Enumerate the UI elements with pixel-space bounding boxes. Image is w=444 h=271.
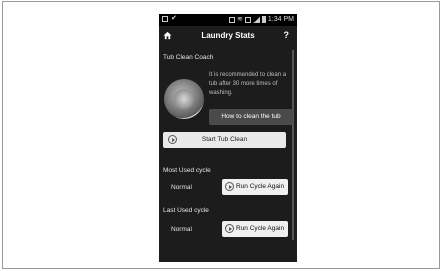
run-most-used-label: Run Cycle Again (236, 183, 285, 190)
status-right-icons: ≋ 1:34 PM (229, 15, 294, 24)
last-used-cycle: Normal (171, 226, 192, 233)
sim-icon (244, 16, 251, 23)
battery-icon (261, 16, 266, 23)
most-used-cycle: Normal (171, 184, 192, 191)
run-most-used-button[interactable]: Run Cycle Again (222, 179, 288, 195)
tub-clean-tip: It is recommended to clean a tub after 3… (209, 72, 287, 96)
wifi-icon: ≋ (237, 15, 243, 23)
status-left-icons: ✔ (162, 15, 177, 23)
most-used-heading: Most Used cycle (163, 167, 211, 174)
washer-drum-image (164, 79, 204, 119)
page-title: Laundry Stats (201, 31, 255, 40)
title-bar: Laundry Stats ? (159, 26, 297, 46)
start-tub-clean-label: Start Tub Clean (201, 136, 248, 143)
run-last-used-button[interactable]: Run Cycle Again (222, 221, 288, 237)
check-icon: ✔ (171, 15, 177, 22)
nfc-icon (229, 16, 236, 23)
how-to-clean-button[interactable]: How to clean the tub (209, 109, 293, 125)
help-button[interactable]: ? (284, 30, 290, 40)
play-icon (225, 182, 234, 191)
signal-icon (252, 16, 260, 23)
washer-drum-inner (174, 89, 194, 109)
start-tub-clean-button[interactable]: Start Tub Clean (163, 132, 286, 148)
last-used-heading: Last Used cycle (163, 207, 209, 214)
phone-screen: ✔ ≋ 1:34 PM Laundry Stats ? Tub Clean Co… (159, 14, 297, 262)
status-time: 1:34 PM (267, 16, 294, 23)
screenshot-icon (162, 16, 168, 22)
tub-clean-heading: Tub Clean Coach (163, 54, 214, 61)
status-bar: ✔ ≋ 1:34 PM (159, 14, 297, 26)
run-last-used-label: Run Cycle Again (236, 225, 285, 232)
play-icon (225, 224, 234, 233)
